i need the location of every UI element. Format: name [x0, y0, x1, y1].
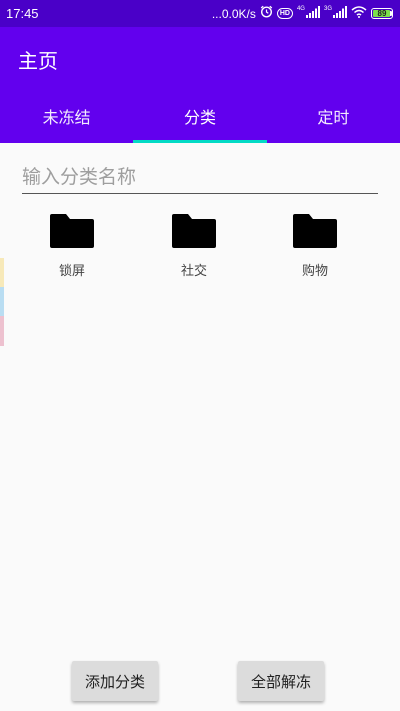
edge-strip-blue[interactable]: [0, 287, 4, 316]
wifi-icon: [351, 5, 367, 22]
battery-body: 89: [371, 8, 393, 19]
category-search: [22, 160, 378, 194]
edge-strip-pink[interactable]: [0, 316, 4, 346]
folder-icon: [293, 214, 337, 248]
status-bar: 17:45 ...0.0K/s HD 4G 3G 89: [0, 0, 400, 27]
category-label: 锁屏: [58, 264, 85, 279]
tab-scheduled[interactable]: 定时: [267, 89, 400, 143]
battery-icon: 89: [371, 8, 393, 19]
category-name-input[interactable]: [22, 160, 378, 194]
network-type-2: 3G: [323, 5, 332, 12]
signal-icon: [305, 5, 320, 22]
app-bar: 主页 未冻结 分类 定时: [0, 27, 400, 143]
folder-icon: [172, 214, 216, 248]
page-title: 主页: [18, 49, 58, 73]
tab-unfrozen[interactable]: 未冻结: [0, 89, 133, 143]
category-label: 社交: [180, 264, 207, 279]
status-icons: ...0.0K/s HD 4G 3G 89: [211, 5, 393, 22]
alarm-icon: [260, 5, 273, 22]
tab-categories[interactable]: 分类: [133, 89, 267, 143]
tab-bar: 未冻结 分类 定时: [0, 89, 400, 143]
category-item-lockscreen[interactable]: 锁屏: [22, 210, 122, 279]
category-label: 购物: [301, 264, 328, 279]
category-item-social[interactable]: 社交: [144, 210, 244, 279]
folder-icon: [50, 214, 94, 248]
signal-icon-2: [333, 5, 347, 22]
battery-level: 89: [377, 9, 387, 18]
status-time: 17:45: [6, 6, 39, 21]
edge-strip-yellow[interactable]: [0, 258, 4, 287]
add-category-button[interactable]: 添加分类: [72, 661, 159, 701]
network-type-1: 4G: [296, 5, 305, 12]
network-speed: ...0.0K/s: [211, 6, 256, 21]
category-item-shopping[interactable]: 购物: [265, 210, 365, 279]
unfreeze-all-button[interactable]: 全部解冻: [238, 661, 325, 701]
hd-badge: HD: [276, 8, 293, 19]
